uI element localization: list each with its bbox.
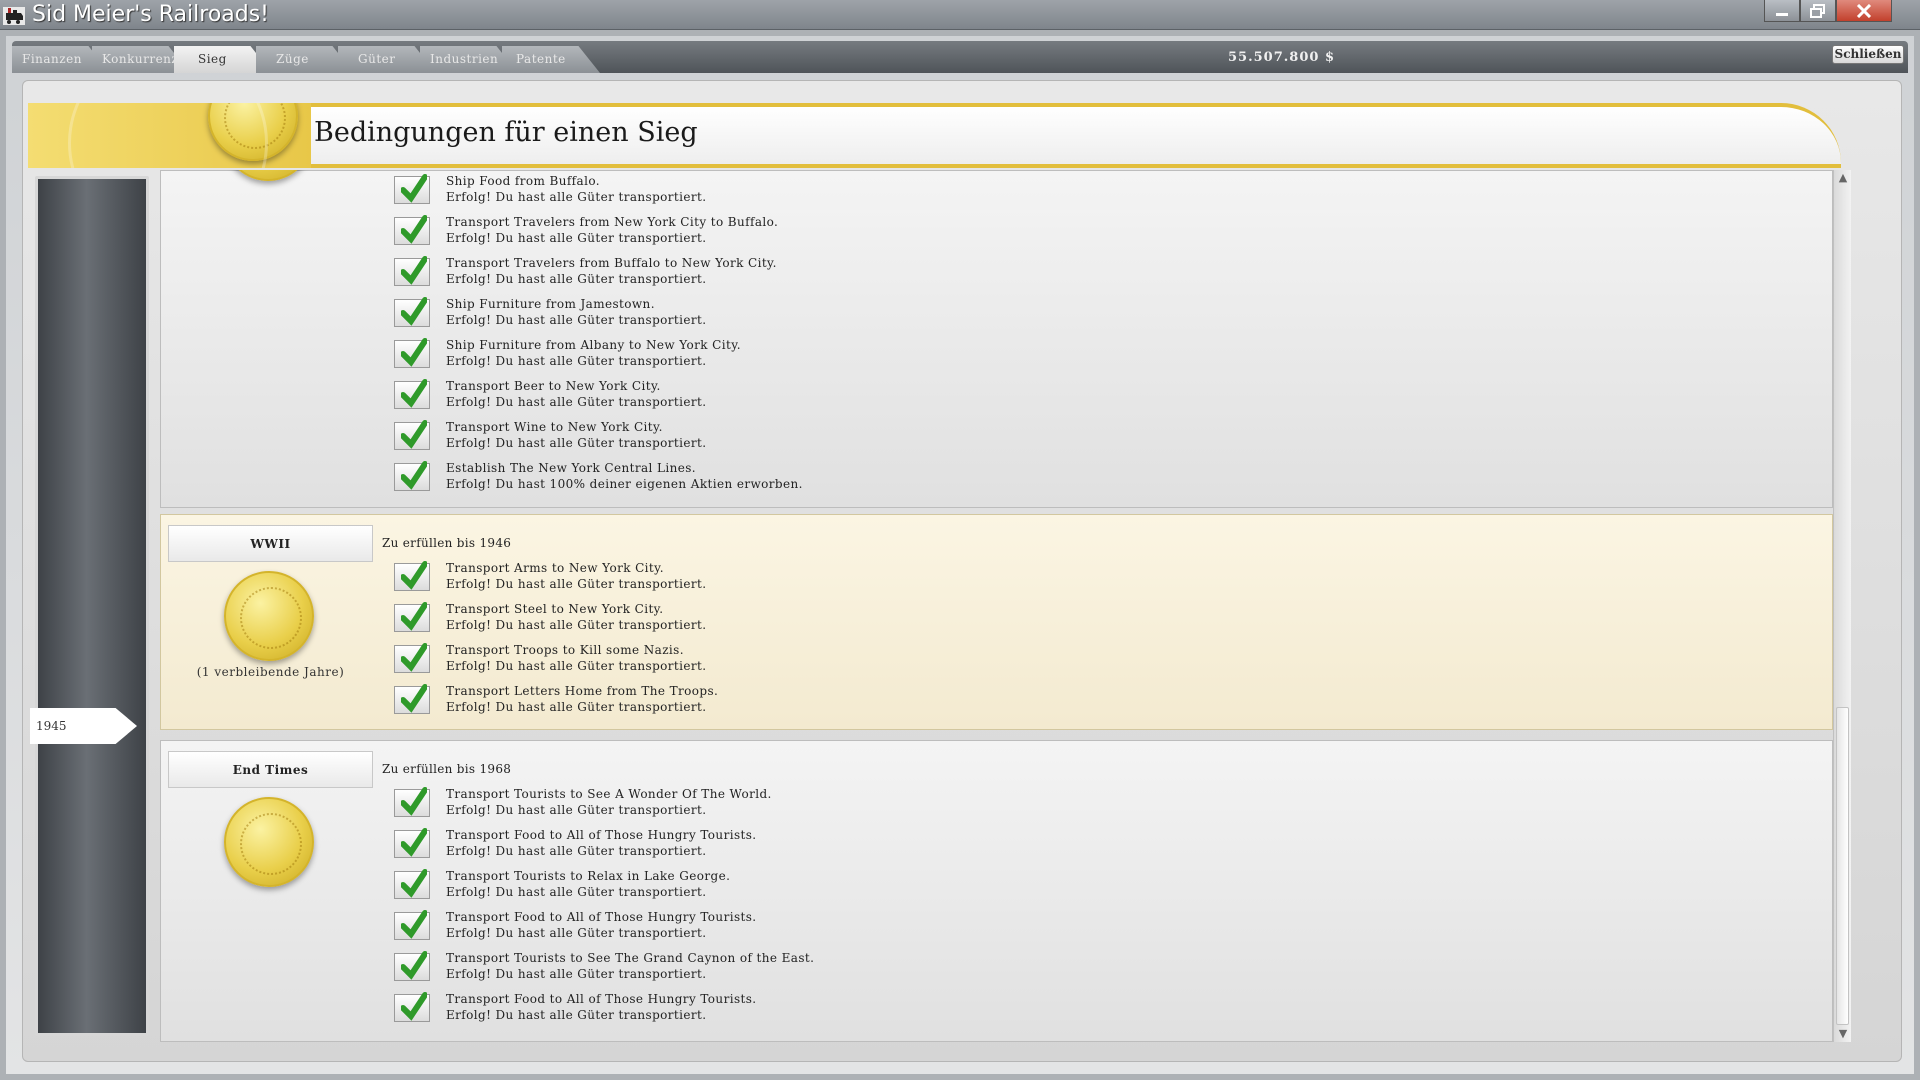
close-icon (1856, 3, 1872, 18)
tab-patente[interactable]: Patente (502, 46, 600, 73)
goal-title: Transport Letters Home from The Troops. (446, 684, 719, 698)
victory-conditions-list: Ship Food from Buffalo. Erfolg! Du hast a… (160, 170, 1833, 1042)
medal-icon (224, 797, 314, 887)
goal-title: Ship Food from Buffalo. (446, 174, 600, 188)
checkmark-icon (394, 684, 430, 714)
goal-title: Transport Arms to New York City. (446, 561, 664, 575)
header-medal (28, 103, 311, 168)
checkmark-icon (394, 828, 430, 858)
checkmark-icon (394, 379, 430, 409)
goal-status: Erfolg! Du hast alle Güter transportiert… (446, 190, 707, 204)
checkmark-icon (394, 910, 430, 940)
window-close-button[interactable] (1836, 0, 1892, 22)
restore-button[interactable] (1800, 0, 1836, 22)
checkmark-icon (394, 215, 430, 245)
section-name: WWII (168, 525, 373, 562)
tab-bar: Finanzen Konkurrenz Sieg Züge Güter Indu… (12, 41, 1908, 73)
checkmark-icon (394, 297, 430, 327)
checkmark-icon (394, 174, 430, 204)
checkmark-icon (394, 643, 430, 673)
goal-status: Erfolg! Du hast alle Güter transportiert… (446, 803, 707, 817)
goal-title: Ship Furniture from Albany to New York C… (446, 338, 742, 352)
scroll-up-arrow-icon[interactable]: ▲ (1834, 170, 1852, 186)
checkmark-icon (394, 992, 430, 1022)
goal-title: Transport Steel to New York City. (446, 602, 664, 616)
goal-status: Erfolg! Du hast alle Güter transportiert… (446, 395, 707, 409)
goal-title: Transport Food to All of Those Hungry To… (446, 992, 757, 1006)
victory-section: Ship Food from Buffalo. Erfolg! Du hast a… (160, 170, 1833, 508)
locomotive-icon (3, 7, 25, 25)
checkmark-icon (394, 561, 430, 591)
goal-title: Transport Tourists to Relax in Lake Geor… (446, 869, 731, 883)
goal-status: Erfolg! Du hast alle Güter transportiert… (446, 700, 707, 714)
goal-title: Transport Tourists to See A Wonder Of Th… (446, 787, 772, 801)
money-display: 55.507.800 $ (1228, 50, 1335, 65)
goal-status: Erfolg! Du hast alle Güter transportiert… (446, 967, 707, 981)
goal-title: Transport Wine to New York City. (446, 420, 663, 434)
goal-title: Transport Beer to New York City. (446, 379, 661, 393)
goal-title: Transport Food to All of Those Hungry To… (446, 910, 757, 924)
timeline-year-marker: 1945 (30, 708, 137, 744)
medal-icon (223, 170, 313, 181)
checkmark-icon (394, 420, 430, 450)
goal-title: Transport Travelers from New York City t… (446, 215, 779, 229)
goal-status: Erfolg! Du hast 100% deiner eigenen Akti… (446, 477, 803, 491)
page-title: Bedingungen für einen Sieg (314, 117, 698, 148)
goal-status: Erfolg! Du hast alle Güter transportiert… (446, 1008, 707, 1022)
goal-title: Transport Travelers from Buffalo to New … (446, 256, 777, 270)
window-titlebar: Sid Meier's Railroads! (0, 0, 1920, 30)
checkmark-icon (394, 461, 430, 491)
scroll-thumb[interactable] (1836, 707, 1849, 1025)
timeline-track (35, 176, 149, 1036)
section-name: End Times (168, 751, 373, 788)
victory-section-end-times: End Times Zu erfüllen bis 1968 Transport… (160, 740, 1833, 1042)
goal-status: Erfolg! Du hast alle Güter transportiert… (446, 577, 707, 591)
minimize-button[interactable] (1764, 0, 1800, 22)
goal-status: Erfolg! Du hast alle Güter transportiert… (446, 354, 707, 368)
goal-status: Erfolg! Du hast alle Güter transportiert… (446, 926, 707, 940)
scroll-down-arrow-icon[interactable]: ▼ (1834, 1026, 1852, 1042)
checkmark-icon (394, 602, 430, 632)
goal-status: Erfolg! Du hast alle Güter transportiert… (446, 436, 707, 450)
checkmark-icon (394, 869, 430, 899)
section-deadline: Zu erfüllen bis 1946 (382, 536, 512, 550)
checkmark-icon (394, 787, 430, 817)
minimize-icon (1776, 12, 1788, 16)
victory-section-wwii: WWII Zu erfüllen bis 1946 (1 verbleibend… (160, 514, 1833, 730)
goal-title: Establish The New York Central Lines. (446, 461, 697, 475)
checkmark-icon (394, 256, 430, 286)
restore-icon (1810, 3, 1825, 18)
years-remaining: (1 verbleibende Jahre) (196, 665, 345, 679)
section-deadline: Zu erfüllen bis 1968 (382, 762, 512, 776)
goal-title: Transport Food to All of Those Hungry To… (446, 828, 757, 842)
goal-status: Erfolg! Du hast alle Güter transportiert… (446, 618, 707, 632)
window-title: Sid Meier's Railroads! (32, 2, 270, 27)
goal-status: Erfolg! Du hast alle Güter transportiert… (446, 231, 707, 245)
goal-status: Erfolg! Du hast alle Güter transportiert… (446, 659, 707, 673)
checkmark-icon (394, 338, 430, 368)
checkmark-icon (394, 951, 430, 981)
goal-status: Erfolg! Du hast alle Güter transportiert… (446, 313, 707, 327)
close-button[interactable]: Schließen (1832, 45, 1904, 64)
vertical-scrollbar[interactable]: ▲ ▼ (1833, 170, 1851, 1042)
goal-status: Erfolg! Du hast alle Güter transportiert… (446, 272, 707, 286)
medal-icon (224, 571, 314, 661)
goal-status: Erfolg! Du hast alle Güter transportiert… (446, 844, 707, 858)
header-laurel-icon (68, 103, 268, 168)
goal-title: Transport Troops to Kill some Nazis. (446, 643, 684, 657)
goal-title: Transport Tourists to See The Grand Cayn… (446, 951, 815, 965)
goal-status: Erfolg! Du hast alle Güter transportiert… (446, 885, 707, 899)
goal-title: Ship Furniture from Jamestown. (446, 297, 655, 311)
